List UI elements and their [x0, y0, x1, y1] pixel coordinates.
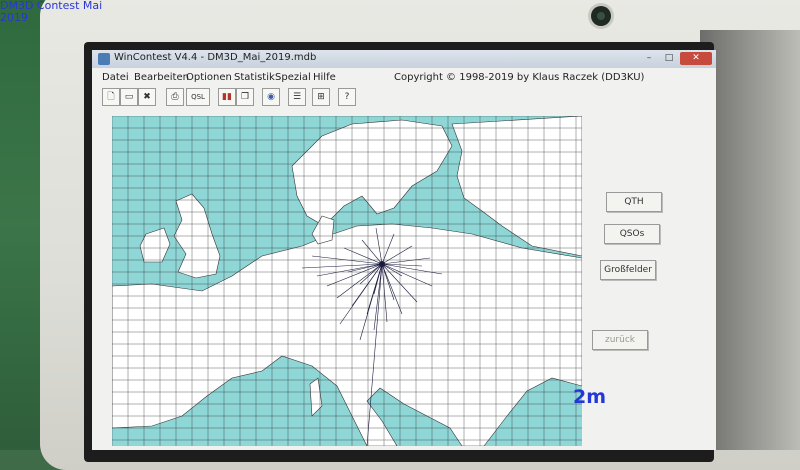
- qth-button[interactable]: QTH: [606, 192, 662, 212]
- menu-hilfe[interactable]: Hilfe: [313, 72, 336, 83]
- qso-map[interactable]: [112, 116, 582, 446]
- zurueck-button[interactable]: zurück: [592, 330, 648, 350]
- webcam: [591, 6, 611, 26]
- new-file-icon[interactable]: 🗋: [102, 88, 120, 106]
- maximize-button[interactable]: □: [660, 52, 678, 65]
- minimize-button[interactable]: –: [640, 52, 658, 65]
- menu-bearbeiten[interactable]: Bearbeiten: [134, 72, 189, 83]
- qsl-icon[interactable]: QSL: [186, 88, 210, 106]
- overlay-caption: DM3D Contest Mai 2019: [0, 0, 102, 24]
- window-title: WinContest V4.4 - DM3D_Mai_2019.mdb: [114, 52, 317, 63]
- menu-datei[interactable]: Datei: [102, 72, 129, 83]
- app-window: WinContest V4.4 - DM3D_Mai_2019.mdb – □ …: [92, 50, 716, 450]
- menu-statistik[interactable]: Statistik: [234, 72, 275, 83]
- list-icon[interactable]: ☰: [288, 88, 306, 106]
- app-icon: [98, 53, 110, 65]
- network-icon[interactable]: ⊞: [312, 88, 330, 106]
- toolbar: 🗋 ▭ ✖ ⎙ QSL ▮▮ ❐ ◉ ☰ ⊞ ?: [102, 88, 372, 110]
- menu-optionen[interactable]: Optionen: [186, 72, 232, 83]
- overlay-title-line2: 2019: [0, 11, 28, 24]
- copy-icon[interactable]: ❐: [236, 88, 254, 106]
- books-icon[interactable]: ▮▮: [218, 88, 236, 106]
- menu-spezial[interactable]: Spezial: [275, 72, 311, 83]
- help-icon[interactable]: ?: [338, 88, 356, 106]
- home-station-marker: [379, 261, 385, 267]
- globe-icon[interactable]: ◉: [262, 88, 280, 106]
- menu-bar: Datei Bearbeiten Optionen Statistik Spez…: [92, 70, 716, 86]
- open-folder-icon[interactable]: ▭: [120, 88, 138, 106]
- print-icon[interactable]: ⎙: [166, 88, 184, 106]
- grossfelder-button[interactable]: Großfelder: [600, 260, 656, 280]
- delete-icon[interactable]: ✖: [138, 88, 156, 106]
- copyright-text: Copyright © 1998-2019 by Klaus Raczek (D…: [394, 72, 645, 83]
- title-bar[interactable]: WinContest V4.4 - DM3D_Mai_2019.mdb – □ …: [92, 50, 716, 68]
- close-button[interactable]: ✕: [680, 52, 712, 65]
- qsos-button[interactable]: QSOs: [604, 224, 660, 244]
- band-label: 2m: [573, 386, 607, 408]
